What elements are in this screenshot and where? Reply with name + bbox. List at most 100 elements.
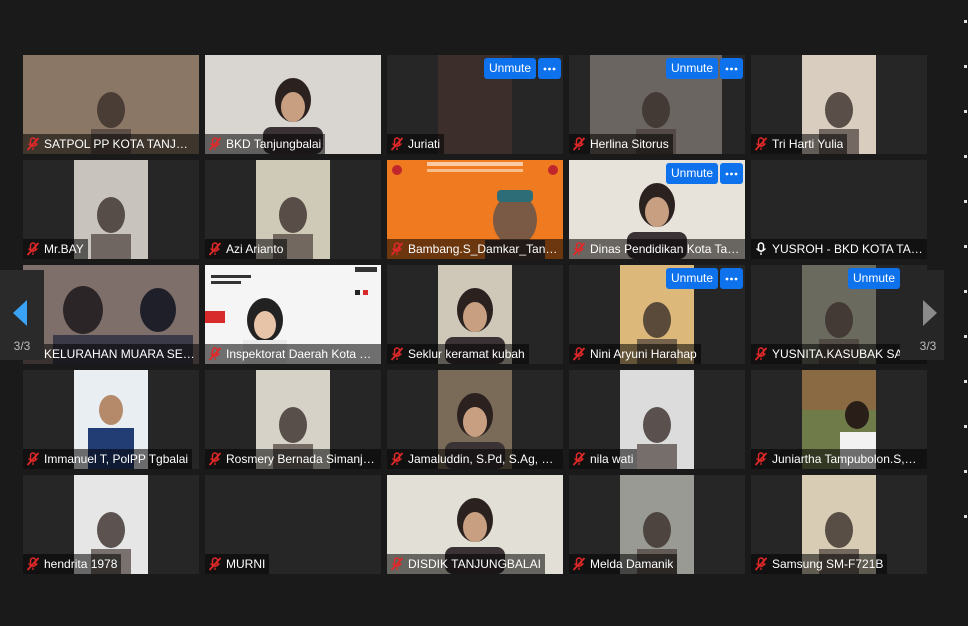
participant-tile[interactable]: Juriati Unmute xyxy=(387,55,563,154)
more-options-button[interactable] xyxy=(538,58,561,79)
participant-name: Azi Arianto xyxy=(226,242,284,256)
more-options-button[interactable] xyxy=(720,58,743,79)
participant-name-bar: SATPOL PP KOTA TANJUNGBALAI xyxy=(23,134,199,154)
muted-mic-icon xyxy=(390,452,404,466)
participant-tile[interactable]: BKD Tanjungbalai xyxy=(205,55,381,154)
participant-name-bar: BKD Tanjungbalai xyxy=(205,134,326,154)
scroll-dot xyxy=(964,200,967,203)
participant-tile[interactable]: Herlina Sitorus Unmute xyxy=(569,55,745,154)
more-horizontal-icon xyxy=(725,277,738,280)
participant-name-bar: Rosmery Bernada Simanjuntak xyxy=(205,449,381,469)
participant-name-bar: Nini Aryuni Harahap xyxy=(569,344,701,364)
muted-mic-icon xyxy=(208,452,222,466)
participant-name-bar: MURNI xyxy=(205,554,270,574)
participant-tile[interactable]: hendrita 1978 xyxy=(23,475,199,574)
participant-name: Bambang.S_Damkar_Tanjungbalai xyxy=(408,242,559,256)
participant-name: SATPOL PP KOTA TANJUNGBALAI xyxy=(44,137,195,151)
muted-mic-icon xyxy=(754,557,768,571)
participant-name-bar: DISDIK TANJUNGBALAI xyxy=(387,554,545,574)
participant-name: Juriati xyxy=(408,137,441,151)
participant-name-bar: Jamaluddin, S.Pd, S.Ag, M.Pd xyxy=(387,449,563,469)
participant-tile[interactable]: Juniartha Tampubolon.S,Sos xyxy=(751,370,927,469)
unmute-button[interactable]: Unmute xyxy=(666,58,719,79)
more-options-button[interactable] xyxy=(720,268,743,289)
muted-mic-icon xyxy=(754,347,768,361)
participant-name-bar: Melda Damanik xyxy=(569,554,678,574)
next-page-button[interactable]: 3/3 xyxy=(900,270,944,360)
scroll-dot xyxy=(964,515,967,518)
muted-mic-icon xyxy=(390,242,404,256)
participant-tile[interactable]: Samsung SM-F721B xyxy=(751,475,927,574)
muted-mic-icon xyxy=(572,137,586,151)
muted-mic-icon xyxy=(754,452,768,466)
scroll-dot xyxy=(964,155,967,158)
participant-name: Immanuel T, PolPP Tgbalai xyxy=(44,452,189,466)
participant-name-bar: Mr.BAY xyxy=(23,239,88,259)
participant-name-bar: YUSROH - BKD KOTA TANJUNGBALAI xyxy=(751,239,927,259)
participant-tile[interactable]: Tri Harti Yulia xyxy=(751,55,927,154)
participant-name-bar: Bambang.S_Damkar_Tanjungbalai xyxy=(387,239,563,259)
scroll-dot xyxy=(964,425,967,428)
participant-tile[interactable]: Melda Damanik xyxy=(569,475,745,574)
scroll-dot xyxy=(964,110,967,113)
participant-tile[interactable]: KELURAHAN MUARA SENTOSA xyxy=(23,265,199,364)
muted-mic-icon xyxy=(390,557,404,571)
participant-name-bar: hendrita 1978 xyxy=(23,554,122,574)
participant-tile[interactable]: Mr.BAY xyxy=(23,160,199,259)
participant-name-bar: Samsung SM-F721B xyxy=(751,554,888,574)
participant-name: DISDIK TANJUNGBALAI xyxy=(408,557,541,571)
scroll-dot xyxy=(964,65,967,68)
participant-name: Juniartha Tampubolon.S,Sos xyxy=(772,452,923,466)
muted-mic-icon xyxy=(208,242,222,256)
participant-name: YUSROH - BKD KOTA TANJUNGBALAI xyxy=(772,242,923,256)
unmute-button[interactable]: Unmute xyxy=(484,58,537,79)
scroll-dot xyxy=(964,470,967,473)
scroll-dot xyxy=(964,335,967,338)
unmute-button[interactable]: Unmute xyxy=(666,163,719,184)
participant-name-bar: Azi Arianto xyxy=(205,239,288,259)
muted-mic-icon xyxy=(26,557,40,571)
participant-name: Seklur keramat kubah xyxy=(408,347,525,361)
more-options-button[interactable] xyxy=(720,163,743,184)
scroll-dot xyxy=(964,245,967,248)
participant-name: Tri Harti Yulia xyxy=(772,137,844,151)
participant-name: MURNI xyxy=(226,557,266,571)
participant-tile[interactable]: MURNI xyxy=(205,475,381,574)
participant-name-bar: Immanuel T, PolPP Tgbalai xyxy=(23,449,193,469)
muted-mic-icon xyxy=(390,137,404,151)
participant-tile[interactable]: Seklur keramat kubah xyxy=(387,265,563,364)
participant-name: KELURAHAN MUARA SENTOSA xyxy=(44,347,195,361)
participant-name: Melda Damanik xyxy=(590,557,674,571)
participant-tile[interactable]: Nini Aryuni Harahap Unmute xyxy=(569,265,745,364)
participant-name: Mr.BAY xyxy=(44,242,84,256)
participant-tile[interactable]: Dinas Pendidikan Kota Tanjungbalai Unmute xyxy=(569,160,745,259)
participant-tile[interactable]: Immanuel T, PolPP Tgbalai xyxy=(23,370,199,469)
muted-mic-icon xyxy=(208,347,222,361)
participant-tile[interactable]: Jamaluddin, S.Pd, S.Ag, M.Pd xyxy=(387,370,563,469)
participant-name: BKD Tanjungbalai xyxy=(226,137,322,151)
participant-tile[interactable]: DISDIK TANJUNGBALAI xyxy=(387,475,563,574)
participant-tile[interactable]: YUSROH - BKD KOTA TANJUNGBALAI xyxy=(751,160,927,259)
participant-tile[interactable]: Rosmery Bernada Simanjuntak xyxy=(205,370,381,469)
participant-name: Nini Aryuni Harahap xyxy=(590,347,697,361)
participant-name-bar: Herlina Sitorus xyxy=(569,134,673,154)
participant-tile[interactable]: Azi Arianto xyxy=(205,160,381,259)
participant-tile[interactable]: Bambang.S_Damkar_Tanjungbalai xyxy=(387,160,563,259)
participant-tile[interactable]: nila wati xyxy=(569,370,745,469)
unmute-button[interactable]: Unmute xyxy=(666,268,719,289)
muted-mic-icon xyxy=(572,347,586,361)
muted-mic-icon xyxy=(208,137,222,151)
participant-name-bar: KELURAHAN MUARA SENTOSA xyxy=(23,344,199,364)
muted-mic-icon xyxy=(390,347,404,361)
scroll-dot xyxy=(964,380,967,383)
gallery-grid: SATPOL PP KOTA TANJUNGBALAI BKD Tanjungb… xyxy=(23,55,928,575)
chevron-right-icon xyxy=(923,300,937,326)
participant-tile[interactable]: SATPOL PP KOTA TANJUNGBALAI xyxy=(23,55,199,154)
participant-name: Herlina Sitorus xyxy=(590,137,669,151)
muted-mic-icon xyxy=(26,452,40,466)
more-horizontal-icon xyxy=(543,67,556,70)
unmute-button[interactable]: Unmute xyxy=(848,268,901,289)
previous-page-button[interactable]: 3/3 xyxy=(0,270,44,360)
muted-mic-icon xyxy=(572,557,586,571)
participant-tile[interactable]: Inspektorat Daerah Kota Tanjungbalai xyxy=(205,265,381,364)
